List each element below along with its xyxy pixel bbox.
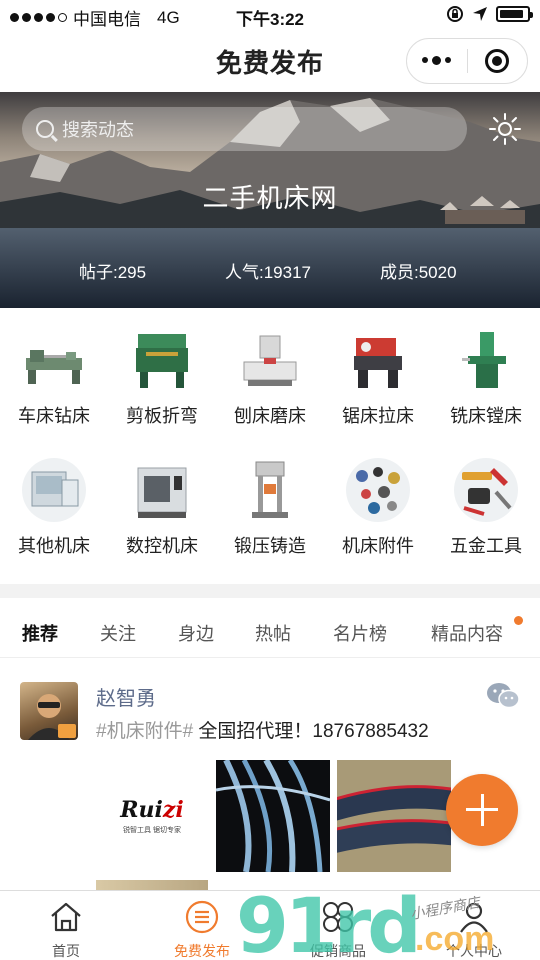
feed-tabs: 推荐 关注 身边 热帖 名片榜 精品内容 <box>0 604 540 658</box>
create-post-button[interactable] <box>446 774 518 846</box>
category-other[interactable]: 其他机床 <box>0 458 108 558</box>
more-options-icon[interactable] <box>407 55 467 65</box>
tab-card-ranking[interactable]: 名片榜 <box>333 620 387 646</box>
category-label: 锻压铸造 <box>234 536 306 556</box>
community-logo-icon[interactable] <box>488 112 522 146</box>
other-machine-icon <box>22 458 86 522</box>
community-title: 二手机床网 <box>202 183 338 213</box>
tabbar-home[interactable]: 首页 <box>16 899 116 960</box>
watermark-logo: 91rd <box>236 881 422 960</box>
avatar[interactable] <box>20 682 78 740</box>
members-count: 成员:5020 <box>380 263 457 282</box>
category-label: 剪板折弯 <box>126 406 198 426</box>
miniprogram-capsule <box>406 38 528 84</box>
press-icon <box>238 458 302 522</box>
category-tools[interactable]: 五金工具 <box>432 458 540 558</box>
accessories-icon <box>346 458 410 522</box>
post-image-saw-blades[interactable] <box>216 760 330 872</box>
ruizi-logo: Ruizi <box>120 797 184 823</box>
category-label: 铣床镗床 <box>450 406 522 426</box>
category-lathe[interactable]: 车床钻床 <box>0 328 108 428</box>
milling-machine-icon <box>454 328 518 392</box>
section-divider <box>0 584 540 598</box>
category-saw[interactable]: 锯床拉床 <box>324 328 432 428</box>
category-label: 五金工具 <box>450 536 522 556</box>
post-body: 全国招代理！18767885432 <box>198 721 429 742</box>
search-placeholder: 搜索动态 <box>62 120 134 140</box>
tab-featured[interactable]: 精品内容 <box>431 620 503 646</box>
category-grinder[interactable]: 刨床磨床 <box>216 328 324 428</box>
battery-icon <box>496 6 533 22</box>
community-banner: 搜索动态 二手机床网 帖子:295 人气:19317 成员:5020 <box>0 92 540 308</box>
tab-nearby[interactable]: 身边 <box>178 620 214 646</box>
post-image-logo[interactable]: Ruizi 锐智工具 锯切专家 <box>96 760 208 872</box>
category-press[interactable]: 锻压铸造 <box>216 458 324 558</box>
lock-rotation-icon <box>447 6 463 22</box>
search-input[interactable]: 搜索动态 <box>22 107 467 151</box>
cnc-machine-icon <box>130 458 194 522</box>
search-icon <box>36 120 54 138</box>
tabbar-label: 免费发布 <box>174 943 230 959</box>
tab-hot[interactable]: 热帖 <box>255 620 291 646</box>
category-shearing[interactable]: 剪板折弯 <box>108 328 216 428</box>
new-content-dot <box>514 616 523 625</box>
home-icon <box>48 899 84 935</box>
category-label: 数控机床 <box>126 536 198 556</box>
category-label: 刨床磨床 <box>234 406 306 426</box>
shearing-machine-icon <box>130 328 194 392</box>
post-author[interactable]: 赵智勇 <box>96 682 156 711</box>
popularity-count: 人气:19317 <box>225 263 311 282</box>
grinder-icon <box>238 328 302 392</box>
lathe-icon <box>22 328 86 392</box>
category-cnc[interactable]: 数控机床 <box>108 458 216 558</box>
post-text: #机床附件# 全国招代理！18767885432 <box>96 716 429 743</box>
category-accessories[interactable]: 机床附件 <box>324 458 432 558</box>
nav-bar: 免费发布 <box>0 30 540 92</box>
location-icon <box>473 7 487 21</box>
category-label: 车床钻床 <box>18 406 90 426</box>
category-grid: 车床钻床 剪板折弯 刨床磨床 锯床拉床 铣床镗床 其他机床 数控机床 锻压铸造 … <box>0 308 540 584</box>
watermark-domain: .com <box>415 920 495 958</box>
publish-icon <box>184 899 220 935</box>
status-bar: 中国电信 4G 下午3:22 <box>0 0 540 30</box>
close-miniprogram-icon[interactable] <box>468 49 528 73</box>
category-label: 其他机床 <box>18 536 90 556</box>
hardware-tools-icon <box>454 458 518 522</box>
page-title: 免费发布 <box>215 47 324 78</box>
category-label: 机床附件 <box>342 536 414 556</box>
tabbar-label: 首页 <box>52 943 80 959</box>
wechat-share-icon[interactable] <box>486 682 520 710</box>
post-image-blade-closeup[interactable] <box>337 760 451 872</box>
logo-subtitle: 锐智工具 锯切专家 <box>123 827 181 834</box>
verified-badge-icon <box>58 724 76 738</box>
tab-following[interactable]: 关注 <box>100 620 136 646</box>
post-topic-tag[interactable]: #机床附件# <box>96 721 193 742</box>
category-label: 锯床拉床 <box>342 406 414 426</box>
posts-count: 帖子:295 <box>79 263 147 282</box>
tab-recommended[interactable]: 推荐 <box>22 620 58 646</box>
band-saw-icon <box>346 328 410 392</box>
category-milling[interactable]: 铣床镗床 <box>432 328 540 428</box>
